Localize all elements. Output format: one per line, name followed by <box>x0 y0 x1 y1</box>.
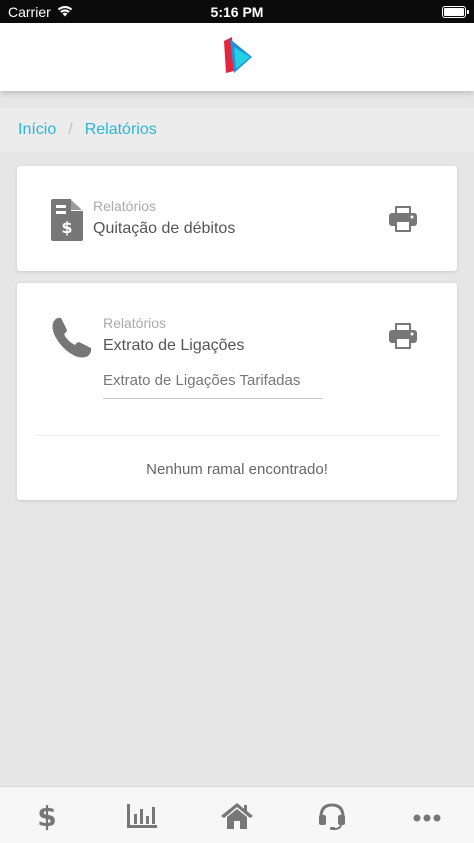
carrier-label: Carrier <box>8 3 51 20</box>
home-indicator <box>170 833 304 837</box>
bottom-nav: $ <box>0 786 474 843</box>
wifi-icon <box>57 4 73 20</box>
more-icon <box>413 809 441 827</box>
report-card-call-statement: Relatórios Extrato de Ligações Extrato d… <box>17 283 457 500</box>
report-type-select[interactable]: Extrato de Ligações Tarifadas <box>103 369 323 399</box>
svg-text:$: $ <box>38 801 56 831</box>
breadcrumb: Início / Relatórios <box>0 108 474 152</box>
app-logo <box>220 35 254 80</box>
headset-icon <box>318 802 346 835</box>
nav-more[interactable] <box>407 803 447 833</box>
nav-reports[interactable] <box>122 803 162 833</box>
status-left: Carrier <box>8 4 73 20</box>
breadcrumb-current[interactable]: Relatórios <box>85 121 157 139</box>
battery-icon <box>442 5 469 18</box>
divider <box>35 435 439 436</box>
breadcrumb-separator: / <box>68 121 73 138</box>
card-subtitle: Relatórios <box>93 198 157 214</box>
nav-finance[interactable]: $ <box>27 800 67 836</box>
svg-text:$: $ <box>61 218 72 237</box>
empty-state-message: Nenhum ramal encontrado! <box>146 461 328 478</box>
app-header <box>0 23 474 91</box>
status-bar: Carrier 5:16 PM <box>0 0 474 23</box>
print-button[interactable] <box>389 206 417 237</box>
home-icon <box>220 802 253 834</box>
phone-icon <box>51 316 93 363</box>
breadcrumb-home-link[interactable]: Início <box>18 121 56 139</box>
invoice-dollar-icon: $ <box>51 199 83 246</box>
card-text: Relatórios Quitação de débitos <box>93 198 235 238</box>
nav-support[interactable] <box>312 802 352 835</box>
card-title: Extrato de Ligações <box>103 337 245 354</box>
dollar-icon: $ <box>38 800 57 836</box>
card-subtitle: Relatórios <box>103 315 167 331</box>
card-text: Relatórios Extrato de Ligações <box>103 315 244 355</box>
bar-chart-icon <box>127 803 158 833</box>
report-card-debt-clearance: $ Relatórios Quitação de débitos <box>17 166 457 271</box>
card-title: Quitação de débitos <box>93 220 236 237</box>
print-button[interactable] <box>389 323 417 354</box>
nav-home[interactable] <box>217 802 257 834</box>
